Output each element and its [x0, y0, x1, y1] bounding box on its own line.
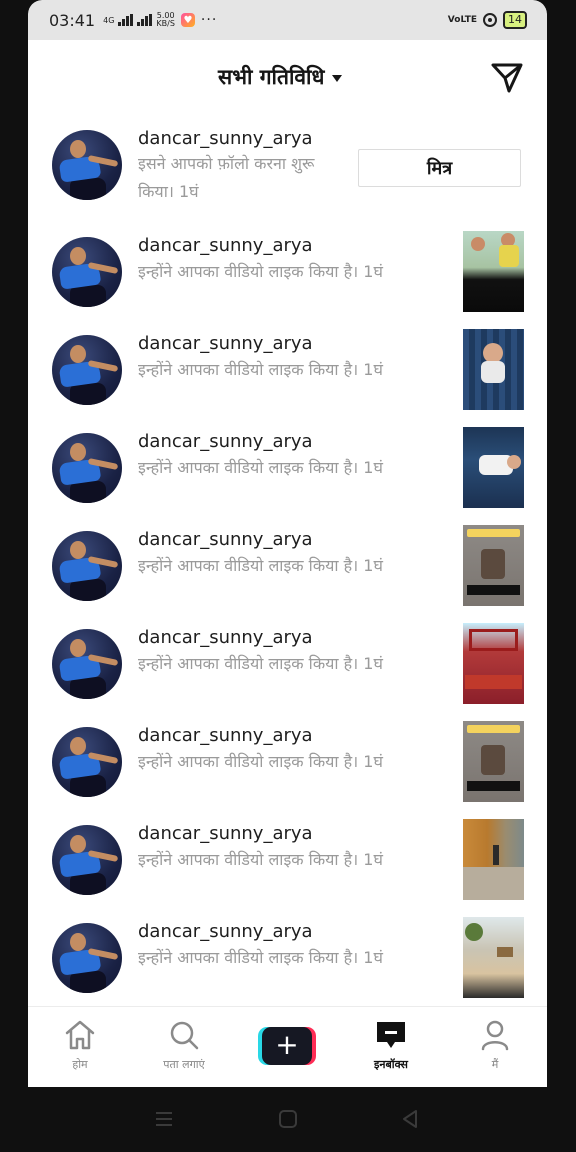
network-speed: 5.00 KB/S	[156, 12, 175, 28]
signal-bars-icon	[118, 14, 134, 26]
recent-apps-icon[interactable]	[154, 1109, 174, 1129]
video-thumbnail[interactable]	[463, 231, 524, 312]
signal-bars-2-icon	[137, 14, 153, 26]
status-time: 03:41	[49, 10, 96, 30]
caret-down-icon	[332, 75, 343, 82]
nav-me-label: मैं	[491, 1058, 499, 1071]
activity-row-like[interactable]: dancar_sunny_arya इन्होंने आपका वीडियो ल…	[28, 427, 547, 525]
username[interactable]: dancar_sunny_arya	[138, 529, 313, 550]
data-saver-icon	[483, 13, 497, 27]
status-bar: 03:41 4G 5.00 KB/S ♥ ··· VoLTE 14	[28, 0, 547, 40]
activity-text: इन्होंने आपका वीडियो लाइक किया है। 1घं	[138, 360, 383, 379]
activity-filter-dropdown[interactable]: सभी गतिविधि	[218, 63, 343, 91]
avatar[interactable]	[52, 825, 122, 895]
username[interactable]: dancar_sunny_arya	[138, 333, 313, 354]
send-icon[interactable]	[490, 60, 524, 94]
video-thumbnail[interactable]	[463, 623, 524, 704]
header: सभी गतिविधि	[28, 40, 547, 112]
plus-icon: +	[262, 1027, 312, 1065]
nav-home[interactable]: होम	[40, 1019, 120, 1072]
activity-text: इन्होंने आपका वीडियो लाइक किया है। 1घं	[138, 850, 383, 869]
activity-row-follow[interactable]: dancar_sunny_arya इसने आपको फ़ॉलो करना श…	[28, 124, 547, 222]
avatar[interactable]	[52, 130, 122, 200]
username[interactable]: dancar_sunny_arya	[138, 235, 313, 256]
nav-discover-label: पता लगाएं	[163, 1058, 205, 1071]
video-thumbnail[interactable]	[463, 525, 524, 606]
phone-screen: 03:41 4G 5.00 KB/S ♥ ··· VoLTE 14 सभी गत…	[28, 0, 547, 1152]
speed-unit: KB/S	[156, 19, 175, 28]
search-icon	[170, 1021, 199, 1050]
avatar[interactable]	[52, 531, 122, 601]
avatar[interactable]	[52, 237, 122, 307]
activity-text: इसने आपको फ़ॉलो करना शुरू किया। 1घं	[138, 154, 315, 201]
avatar[interactable]	[52, 335, 122, 405]
username[interactable]: dancar_sunny_arya	[138, 627, 313, 648]
signal-indicators: 4G 5.00 KB/S	[103, 12, 175, 28]
heart-app-icon: ♥	[180, 13, 195, 27]
activity-row-like[interactable]: dancar_sunny_arya इन्होंने आपका वीडियो ल…	[28, 721, 547, 819]
activity-row-like[interactable]: dancar_sunny_arya इन्होंने आपका वीडियो ल…	[28, 329, 547, 427]
activity-row-like[interactable]: dancar_sunny_arya इन्होंने आपका वीडियो ल…	[28, 917, 547, 1015]
home-icon	[65, 1020, 95, 1050]
video-thumbnail[interactable]	[463, 329, 524, 410]
system-navigation-bar	[28, 1087, 547, 1152]
avatar[interactable]	[52, 727, 122, 797]
battery-level: 14	[508, 13, 522, 26]
avatar[interactable]	[52, 433, 122, 503]
activity-row-like[interactable]: dancar_sunny_arya इन्होंने आपका वीडियो ल…	[28, 623, 547, 721]
avatar[interactable]	[52, 923, 122, 993]
bottom-nav: होम पता लगाएं + इनबॉक्स मैं	[28, 1006, 547, 1087]
activity-screen: सभी गतिविधि dancar_sunny_arya इसने आपको …	[28, 40, 547, 1087]
nav-me[interactable]: मैं	[455, 1019, 535, 1072]
video-thumbnail[interactable]	[463, 917, 524, 998]
back-icon[interactable]	[400, 1109, 420, 1129]
video-thumbnail[interactable]	[463, 427, 524, 508]
nav-discover[interactable]: पता लगाएं	[144, 1019, 224, 1072]
username[interactable]: dancar_sunny_arya	[138, 128, 313, 149]
more-notifications: ···	[200, 12, 218, 28]
nav-home-label: होम	[72, 1058, 88, 1071]
page-title: सभी गतिविधि	[218, 65, 325, 89]
activity-text: इन्होंने आपका वीडियो लाइक किया है। 1घं	[138, 948, 383, 967]
volte-indicator: VoLTE	[447, 14, 477, 25]
activity-text: इन्होंने आपका वीडियो लाइक किया है। 1घं	[138, 556, 383, 575]
status-right: VoLTE 14	[448, 11, 527, 29]
activity-text: इन्होंने आपका वीडियो लाइक किया है। 1घं	[138, 752, 383, 771]
username[interactable]: dancar_sunny_arya	[138, 431, 313, 452]
activity-text: इन्होंने आपका वीडियो लाइक किया है। 1घं	[138, 262, 383, 281]
activity-row-like[interactable]: dancar_sunny_arya इन्होंने आपका वीडियो ल…	[28, 525, 547, 623]
activity-row-like[interactable]: dancar_sunny_arya इन्होंने आपका वीडियो ल…	[28, 231, 547, 329]
activity-row-like[interactable]: dancar_sunny_arya इन्होंने आपका वीडियो ल…	[28, 819, 547, 917]
battery-icon: 14	[503, 11, 527, 29]
friends-button[interactable]: मित्र	[358, 149, 521, 187]
avatar[interactable]	[52, 629, 122, 699]
activity-text: इन्होंने आपका वीडियो लाइक किया है। 1घं	[138, 654, 383, 673]
username[interactable]: dancar_sunny_arya	[138, 921, 313, 942]
nav-inbox-label: इनबॉक्स	[373, 1058, 408, 1071]
create-button[interactable]: +	[258, 1027, 316, 1065]
video-thumbnail[interactable]	[463, 721, 524, 802]
username[interactable]: dancar_sunny_arya	[138, 725, 313, 746]
activity-text: इन्होंने आपका वीडियो लाइक किया है। 1घं	[138, 458, 383, 477]
home-system-icon[interactable]	[278, 1109, 298, 1129]
username[interactable]: dancar_sunny_arya	[138, 823, 313, 844]
inbox-icon	[377, 1022, 405, 1048]
video-thumbnail[interactable]	[463, 819, 524, 900]
nav-inbox[interactable]: इनबॉक्स	[351, 1019, 431, 1072]
profile-icon	[481, 1020, 509, 1051]
network-type: 4G	[103, 15, 115, 25]
